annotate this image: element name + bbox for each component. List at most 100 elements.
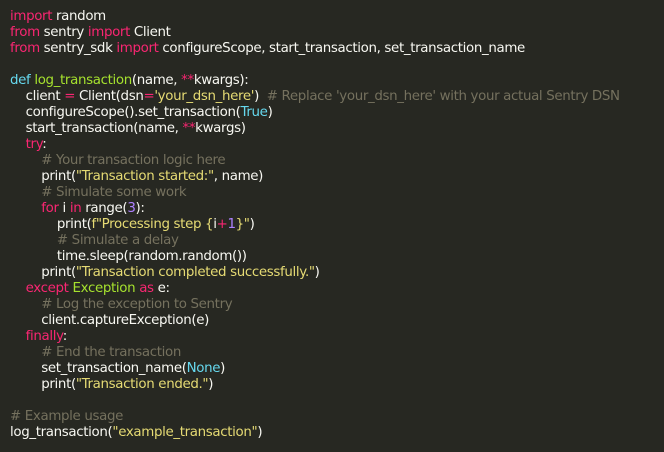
comment-token: # Simulate a delay <box>56 233 179 248</box>
plain-token: range( <box>81 201 128 216</box>
plain-token: ) <box>249 217 255 232</box>
code-line[interactable]: print("Transaction completed successfull… <box>10 265 664 281</box>
keyword-token: in <box>69 201 82 216</box>
code-line[interactable]: client = Client(dsn='your_dsn_here') # R… <box>10 89 664 105</box>
string-token: "Transaction completed successfully." <box>75 265 315 280</box>
code-line[interactable]: configureScope().set_transaction(True) <box>10 105 664 121</box>
keyword-token: from <box>10 41 40 56</box>
code-line[interactable] <box>10 57 664 73</box>
keyword-token: import <box>116 41 159 56</box>
plain-token: print( <box>10 265 76 280</box>
code-line[interactable]: for i in range(3): <box>10 201 664 217</box>
code-line[interactable]: # Example usage <box>10 409 664 425</box>
plain-token: e: <box>153 281 170 296</box>
code-line[interactable]: log_transaction("example_transaction") <box>10 425 664 441</box>
plain-token: client.captureException(e) <box>10 313 210 328</box>
code-line[interactable]: print("Transaction ended.") <box>10 377 664 393</box>
plain-token: (name, <box>131 73 182 88</box>
code-line[interactable]: start_transaction(name, **kwargs) <box>10 121 664 137</box>
code-line[interactable]: # Log the exception to Sentry <box>10 297 664 313</box>
string-token: f"Processing step { <box>91 217 214 232</box>
plain-token: log_transaction( <box>10 425 113 440</box>
code-line[interactable]: import random <box>10 9 664 25</box>
plain-token: kwargs): <box>193 73 249 88</box>
code-line[interactable]: from sentry_sdk import configureScope, s… <box>10 41 664 57</box>
comment-token: # Replace 'your_dsn_here' with your actu… <box>266 89 620 104</box>
code-line[interactable] <box>10 393 664 409</box>
code-line[interactable]: def log_transaction(name, **kwargs): <box>10 73 664 89</box>
code-line[interactable]: set_transaction_name(None) <box>10 361 664 377</box>
plain-token: configureScope().set_transaction( <box>10 105 241 120</box>
code-line[interactable]: except Exception as e: <box>10 281 664 297</box>
string-token: "example_transaction" <box>112 425 258 440</box>
number-token: 1 <box>227 217 236 232</box>
plain-token: sentry_sdk <box>39 41 117 56</box>
code-editor[interactable]: import random from sentry import Client fr… <box>0 0 664 452</box>
code-line[interactable]: finally: <box>10 329 664 345</box>
function-token: log_transaction <box>34 73 132 88</box>
string-token: "Transaction ended." <box>75 377 209 392</box>
plain-token: start_transaction(name, <box>10 121 183 136</box>
plain-token: configureScope, start_transaction, set_t… <box>158 41 525 56</box>
plain-token: ) <box>220 361 226 376</box>
string-token: 'your_dsn_here' <box>154 89 255 104</box>
code-line[interactable]: # Simulate some work <box>10 185 664 201</box>
comment-token: # Example usage <box>10 409 123 424</box>
code-line[interactable]: client.captureException(e) <box>10 313 664 329</box>
plain-token: : <box>62 329 68 344</box>
operator-token: ** <box>181 73 194 88</box>
code-line[interactable]: print("Transaction started:", name) <box>10 169 664 185</box>
comment-token: # Your transaction logic here <box>41 153 226 168</box>
keyword-token: except <box>25 281 69 296</box>
plain-token: print( <box>10 169 76 184</box>
plain-token: Client(dsn <box>75 89 144 104</box>
keyword-token: import <box>10 9 53 24</box>
definition-token: def <box>10 73 31 88</box>
code-line[interactable]: # End the transaction <box>10 345 664 361</box>
definition-token: True <box>240 105 268 120</box>
plain-token: Client <box>130 25 171 40</box>
code-line[interactable]: # Simulate a delay <box>10 233 664 249</box>
plain-token: ) <box>314 265 320 280</box>
string-token: }" <box>235 217 250 232</box>
plain-token: time.sleep(random.random()) <box>10 249 247 264</box>
plain-token: , name) <box>213 169 264 184</box>
code-area[interactable]: import random from sentry import Client fr… <box>10 9 664 441</box>
function-token: Exception <box>72 281 136 296</box>
keyword-token: finally <box>25 329 63 344</box>
plain-token: set_transaction_name( <box>10 361 187 376</box>
comment-token: # End the transaction <box>41 345 181 360</box>
plain-token: ) <box>257 425 263 440</box>
keyword-token: for <box>41 201 59 216</box>
operator-token: = <box>143 89 155 104</box>
plain-token: random <box>52 9 106 24</box>
keyword-token: from <box>10 25 40 40</box>
plain-token: client <box>10 89 65 104</box>
plain-token: ) <box>208 377 214 392</box>
operator-token: ** <box>182 121 196 136</box>
keyword-token: import <box>87 25 130 40</box>
code-line[interactable]: try: <box>10 137 664 153</box>
plain-token: ) <box>254 89 267 104</box>
keyword-token: as <box>139 281 154 296</box>
code-line[interactable]: # Your transaction logic here <box>10 153 664 169</box>
comment-token: # Log the exception to Sentry <box>41 297 233 312</box>
plain-token: ): <box>135 201 145 216</box>
operator-token: + <box>216 217 228 232</box>
definition-token: None <box>186 361 221 376</box>
plain-token: : <box>42 137 47 152</box>
code-line[interactable]: time.sleep(random.random()) <box>10 249 664 265</box>
code-line[interactable]: from sentry import Client <box>10 25 664 41</box>
plain-token: sentry <box>39 25 88 40</box>
code-line[interactable]: print(f"Processing step {i+1}") <box>10 217 664 233</box>
plain-token: ) <box>267 105 273 120</box>
string-token: "Transaction started:" <box>75 169 214 184</box>
